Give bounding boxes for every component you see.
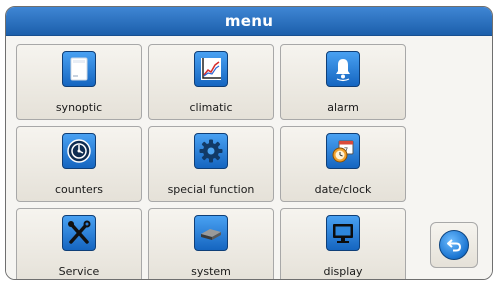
meter-icon [62,133,96,169]
monitor-icon [326,215,360,251]
service-button[interactable]: Service [16,208,142,279]
page-title: menu [6,7,492,36]
tile-label: date/clock [314,183,372,196]
tile-label: system [191,265,231,278]
date-clock-button[interactable]: 7 date/clock [280,126,406,202]
tile-label: Service [58,265,100,278]
climatic-button[interactable]: climatic [148,44,274,120]
menu-grid: synoptic climatic alarm counters special… [6,36,492,279]
tile-label: counters [54,183,104,196]
alarm-button[interactable]: alarm [280,44,406,120]
calendar-clock-icon: 7 [326,133,360,169]
display-button[interactable]: display [280,208,406,279]
back-button[interactable] [430,222,478,268]
gear-icon [194,133,228,169]
menu-window: menu synoptic climatic alarm counters sp… [5,6,493,280]
counters-button[interactable]: counters [16,126,142,202]
synoptic-button[interactable]: synoptic [16,44,142,120]
bell-icon [326,51,360,87]
tile-label: special function [167,183,255,196]
special-function-button[interactable]: special function [148,126,274,202]
tile-label: synoptic [55,101,103,114]
tile-label: alarm [327,101,359,114]
panel-icon [62,51,96,87]
back-arrow-icon [439,230,469,260]
system-button[interactable]: system [148,208,274,279]
tile-label: display [323,265,363,278]
tile-label: climatic [189,101,233,114]
chart-icon [194,51,228,87]
hard-disk-icon [194,215,228,251]
tools-icon [62,215,96,251]
